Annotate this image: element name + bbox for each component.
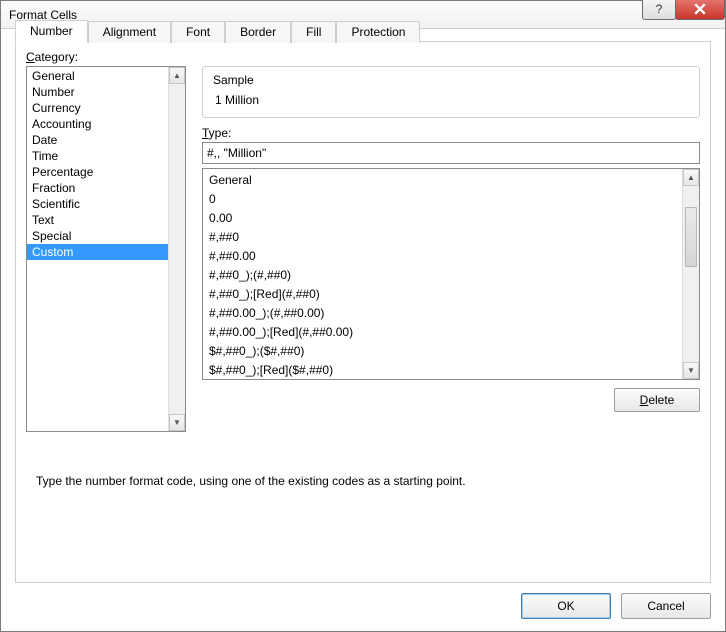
- delete-row: Delete: [202, 388, 700, 412]
- tab-number[interactable]: Number: [15, 20, 88, 43]
- category-label: Category:: [26, 50, 700, 64]
- scroll-up-button[interactable]: ▲: [683, 169, 699, 186]
- category-item-text[interactable]: Text: [27, 212, 185, 228]
- type-item[interactable]: General: [203, 171, 699, 190]
- tab-font[interactable]: Font: [171, 21, 225, 43]
- number-panel: Category: General Number Currency Accoun…: [26, 50, 700, 572]
- dialog-client-area: Number Alignment Font Border Fill Protec…: [15, 41, 711, 583]
- type-item[interactable]: #,##0.00: [203, 247, 699, 266]
- help-button[interactable]: ?: [642, 0, 676, 20]
- tab-label: Protection: [351, 25, 405, 39]
- panel-columns: General Number Currency Accounting Date …: [26, 66, 700, 432]
- category-item-custom[interactable]: Custom: [27, 244, 185, 260]
- category-item-general[interactable]: General: [27, 68, 185, 84]
- titlebar-buttons: ?: [643, 0, 725, 20]
- type-item[interactable]: #,##0_);(#,##0): [203, 266, 699, 285]
- type-item[interactable]: #,##0: [203, 228, 699, 247]
- sample-legend: Sample: [213, 73, 689, 87]
- category-item-time[interactable]: Time: [27, 148, 185, 164]
- ok-button[interactable]: OK: [521, 593, 611, 619]
- category-scrollbar[interactable]: ▲ ▼: [168, 67, 185, 431]
- close-button[interactable]: [675, 0, 725, 20]
- category-items: General Number Currency Accounting Date …: [27, 67, 185, 261]
- category-item-special[interactable]: Special: [27, 228, 185, 244]
- type-item[interactable]: #,##0.00_);[Red](#,##0.00): [203, 323, 699, 342]
- type-item[interactable]: $#,##0_);($#,##0): [203, 342, 699, 361]
- tab-label: Font: [186, 25, 210, 39]
- cancel-label: Cancel: [647, 599, 684, 613]
- format-cells-dialog: Format Cells ? Number Alignment Font Bor…: [0, 0, 726, 632]
- tab-label: Fill: [306, 25, 321, 39]
- tab-border[interactable]: Border: [225, 21, 291, 43]
- category-item-fraction[interactable]: Fraction: [27, 180, 185, 196]
- tab-label: Alignment: [103, 25, 156, 39]
- tab-label: Number: [30, 24, 73, 38]
- scroll-down-button[interactable]: ▼: [169, 414, 185, 431]
- tab-protection[interactable]: Protection: [336, 21, 420, 43]
- chevron-up-icon: ▲: [687, 173, 695, 182]
- category-item-currency[interactable]: Currency: [27, 100, 185, 116]
- sample-group: Sample 1 Million: [202, 66, 700, 118]
- category-item-date[interactable]: Date: [27, 132, 185, 148]
- ok-label: OK: [557, 599, 574, 613]
- scroll-up-button[interactable]: ▲: [169, 67, 185, 84]
- close-icon: [694, 3, 706, 15]
- tab-label: Border: [240, 25, 276, 39]
- scroll-down-button[interactable]: ▼: [683, 362, 699, 379]
- category-item-accounting[interactable]: Accounting: [27, 116, 185, 132]
- type-items: General 0 0.00 #,##0 #,##0.00 #,##0_);(#…: [203, 169, 699, 380]
- type-item[interactable]: $#,##0_);[Red]($#,##0): [203, 361, 699, 380]
- sample-value: 1 Million: [213, 93, 689, 107]
- help-icon: ?: [656, 2, 663, 16]
- cancel-button[interactable]: Cancel: [621, 593, 711, 619]
- category-listbox[interactable]: General Number Currency Accounting Date …: [26, 66, 186, 432]
- type-input[interactable]: [202, 142, 700, 164]
- right-column: Sample 1 Million Type: General 0 0.00 #,…: [202, 66, 700, 432]
- tab-alignment[interactable]: Alignment: [88, 21, 171, 43]
- chevron-up-icon: ▲: [173, 71, 181, 80]
- hint-text: Type the number format code, using one o…: [36, 474, 690, 488]
- type-item[interactable]: 0.00: [203, 209, 699, 228]
- chevron-down-icon: ▼: [173, 418, 181, 427]
- delete-button[interactable]: Delete: [614, 388, 700, 412]
- tab-fill[interactable]: Fill: [291, 21, 336, 43]
- type-listbox[interactable]: General 0 0.00 #,##0 #,##0.00 #,##0_);(#…: [202, 168, 700, 380]
- chevron-down-icon: ▼: [687, 366, 695, 375]
- scroll-thumb[interactable]: [685, 207, 697, 267]
- type-item[interactable]: #,##0_);[Red](#,##0): [203, 285, 699, 304]
- type-scrollbar[interactable]: ▲ ▼: [682, 169, 699, 379]
- category-item-percentage[interactable]: Percentage: [27, 164, 185, 180]
- category-item-scientific[interactable]: Scientific: [27, 196, 185, 212]
- type-item[interactable]: 0: [203, 190, 699, 209]
- category-item-number[interactable]: Number: [27, 84, 185, 100]
- type-label: Type:: [202, 126, 700, 140]
- tab-strip: Number Alignment Font Border Fill Protec…: [15, 20, 420, 43]
- type-item[interactable]: #,##0.00_);(#,##0.00): [203, 304, 699, 323]
- dialog-footer: OK Cancel: [521, 593, 711, 619]
